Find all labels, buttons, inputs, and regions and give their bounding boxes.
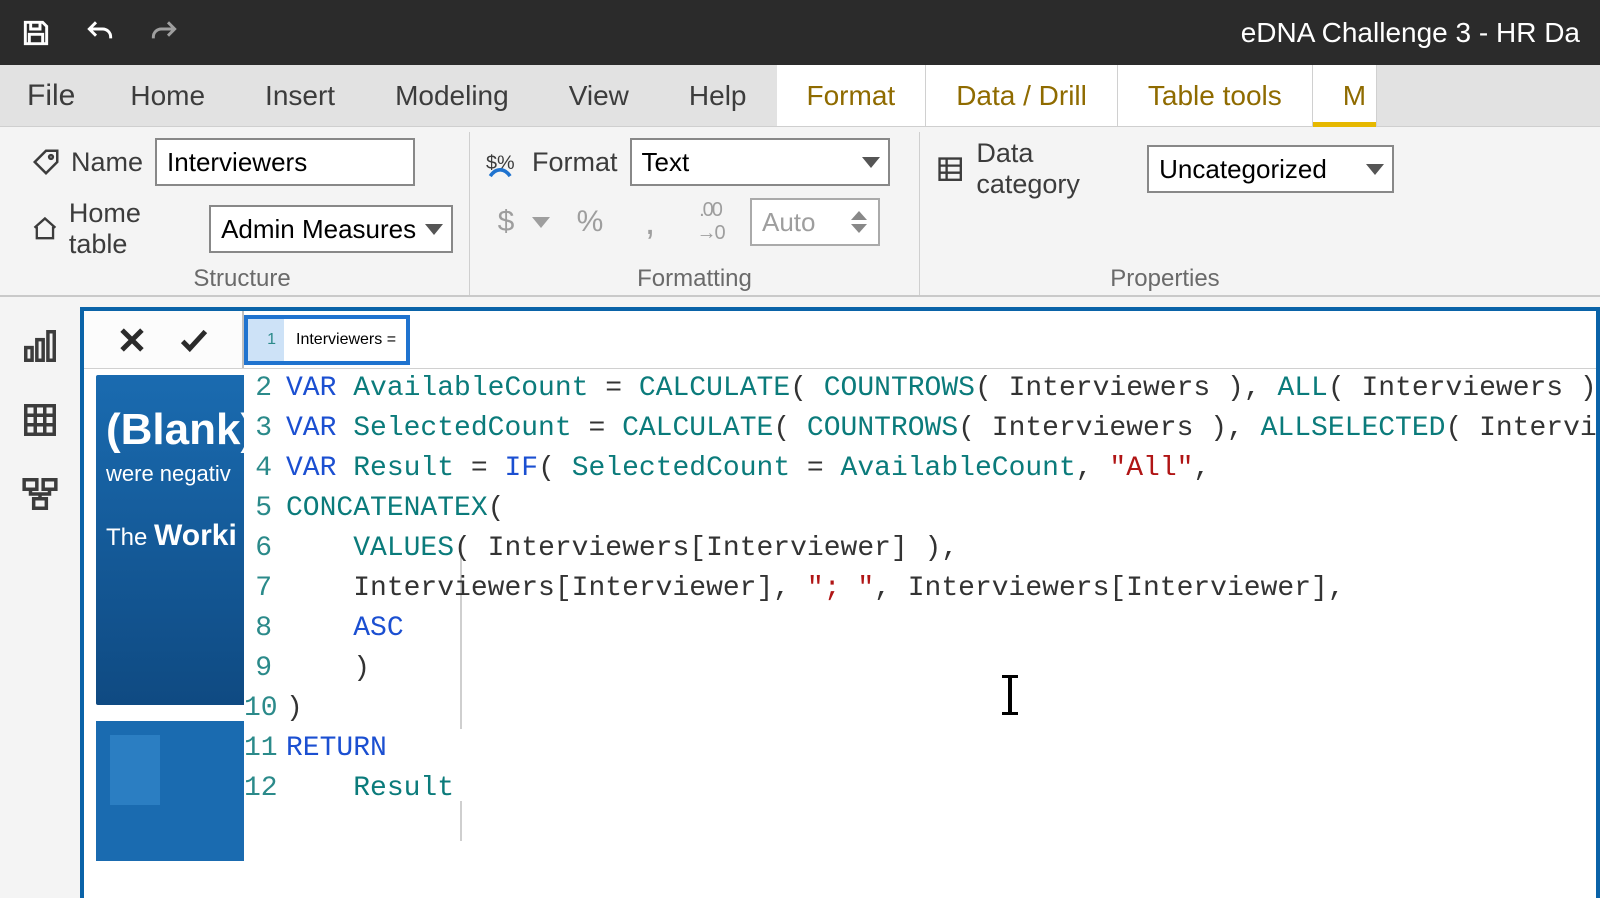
report-card-secondary	[96, 721, 252, 861]
chevron-down-icon[interactable]	[532, 217, 550, 228]
tab-help[interactable]: Help	[659, 65, 777, 126]
line-number: 2	[244, 369, 280, 409]
formula-editor[interactable]: 2VAR AvailableCount = CALCULATE( COUNTRO…	[244, 369, 1596, 898]
format-select[interactable]: Text	[630, 138, 890, 186]
ribbon-group-structure: Name Home table Admin Measures	[15, 132, 470, 295]
code-line[interactable]: 4VAR Result = IF( SelectedCount = Availa…	[244, 449, 1210, 489]
comma-icon[interactable]: ,	[630, 213, 670, 231]
line-number: 9	[244, 649, 280, 689]
currency-icon[interactable]: $	[486, 205, 526, 239]
data-category-icon	[936, 154, 964, 184]
text-cursor-icon	[1008, 675, 1012, 715]
code-line[interactable]: 10)	[244, 689, 303, 729]
format-icon: $%	[486, 147, 520, 177]
model-view-icon[interactable]	[21, 475, 59, 513]
undo-icon[interactable]	[84, 17, 116, 49]
decimals-icon[interactable]: .00→0	[690, 199, 730, 245]
redo-icon[interactable]	[148, 17, 180, 49]
format-label: Format	[532, 147, 618, 178]
code-line[interactable]: 11RETURN	[244, 729, 387, 769]
ribbon-group-properties: Data category Uncategorized Properties	[920, 132, 1410, 295]
code-line[interactable]: 8 ASC	[244, 609, 404, 649]
code-line[interactable]: 7 Interviewers[Interviewer], "; ", Inter…	[244, 569, 1345, 609]
line-number: 6	[244, 529, 280, 569]
line-number: 7	[244, 569, 280, 609]
report-view-icon[interactable]	[21, 327, 59, 365]
tag-icon	[31, 147, 61, 177]
code-line[interactable]: 12 Result	[244, 769, 454, 809]
code-line[interactable]: 3VAR SelectedCount = CALCULATE( COUNTROW…	[244, 409, 1600, 449]
title-bar: eDNA Challenge 3 - HR Da	[0, 0, 1600, 65]
line-number: 12	[244, 769, 280, 809]
code-line[interactable]: 9 )	[244, 649, 370, 689]
save-icon[interactable]	[20, 17, 52, 49]
ribbon-group-formatting: $% Format Text $ % , .00→0 Auto	[470, 132, 920, 295]
home-icon	[31, 214, 59, 244]
data-category-label: Data category	[976, 138, 1135, 200]
percent-icon[interactable]: %	[570, 205, 610, 239]
group-label-properties: Properties	[936, 261, 1394, 295]
content-area: (Blank) were negativ The Worki	[0, 297, 1600, 898]
tab-insert[interactable]: Insert	[235, 65, 365, 126]
formula-line-1-highlight[interactable]: 1 Interviewers =	[244, 315, 410, 365]
decimals-stepper[interactable]: Auto	[750, 198, 880, 246]
indent-guide	[460, 801, 462, 841]
spinner-icon[interactable]	[848, 211, 870, 233]
cancel-formula-button[interactable]	[115, 323, 149, 357]
data-view-icon[interactable]	[21, 401, 59, 439]
group-label-structure: Structure	[31, 261, 453, 295]
line-number: 11	[244, 729, 280, 769]
tab-view[interactable]: View	[539, 65, 659, 126]
name-label: Name	[31, 147, 143, 178]
commit-formula-button[interactable]	[177, 323, 211, 357]
view-rail	[0, 307, 80, 898]
chevron-down-icon	[862, 157, 880, 168]
app-title: eDNA Challenge 3 - HR Da	[1241, 17, 1580, 49]
chevron-down-icon	[1366, 164, 1384, 175]
tab-home[interactable]: Home	[100, 65, 235, 126]
tab-table-tools[interactable]: Table tools	[1118, 65, 1313, 126]
home-table-label: Home table	[31, 198, 197, 260]
home-table-select[interactable]: Admin Measures	[209, 205, 453, 253]
code-line[interactable]: 5CONCATENATEX(	[244, 489, 504, 529]
ribbon-tabs: File Home Insert Modeling View Help Form…	[0, 65, 1600, 127]
report-card: (Blank) were negativ The Worki	[96, 375, 252, 705]
chevron-down-icon	[425, 224, 443, 235]
code-line[interactable]: 2VAR AvailableCount = CALCULATE( COUNTRO…	[244, 369, 1600, 409]
line-number: 5	[244, 489, 280, 529]
tab-data-drill[interactable]: Data / Drill	[926, 65, 1118, 126]
tab-modeling[interactable]: Modeling	[365, 65, 539, 126]
line-number: 4	[244, 449, 280, 489]
line-number: 3	[244, 409, 280, 449]
tab-format[interactable]: Format	[777, 65, 927, 126]
line-number: 8	[244, 609, 280, 649]
line-number: 10	[244, 689, 280, 729]
name-input[interactable]	[155, 138, 415, 186]
group-label-formatting: Formatting	[486, 261, 903, 295]
code-line[interactable]: 6 VALUES( Interviewers[Interviewer] ),	[244, 529, 958, 569]
tab-file[interactable]: File	[15, 65, 100, 126]
ribbon-body: Name Home table Admin Measures	[0, 127, 1600, 297]
canvas: (Blank) were negativ The Worki	[80, 307, 1600, 898]
data-category-select[interactable]: Uncategorized	[1147, 145, 1394, 193]
tab-measure-tools[interactable]: M	[1313, 65, 1377, 126]
